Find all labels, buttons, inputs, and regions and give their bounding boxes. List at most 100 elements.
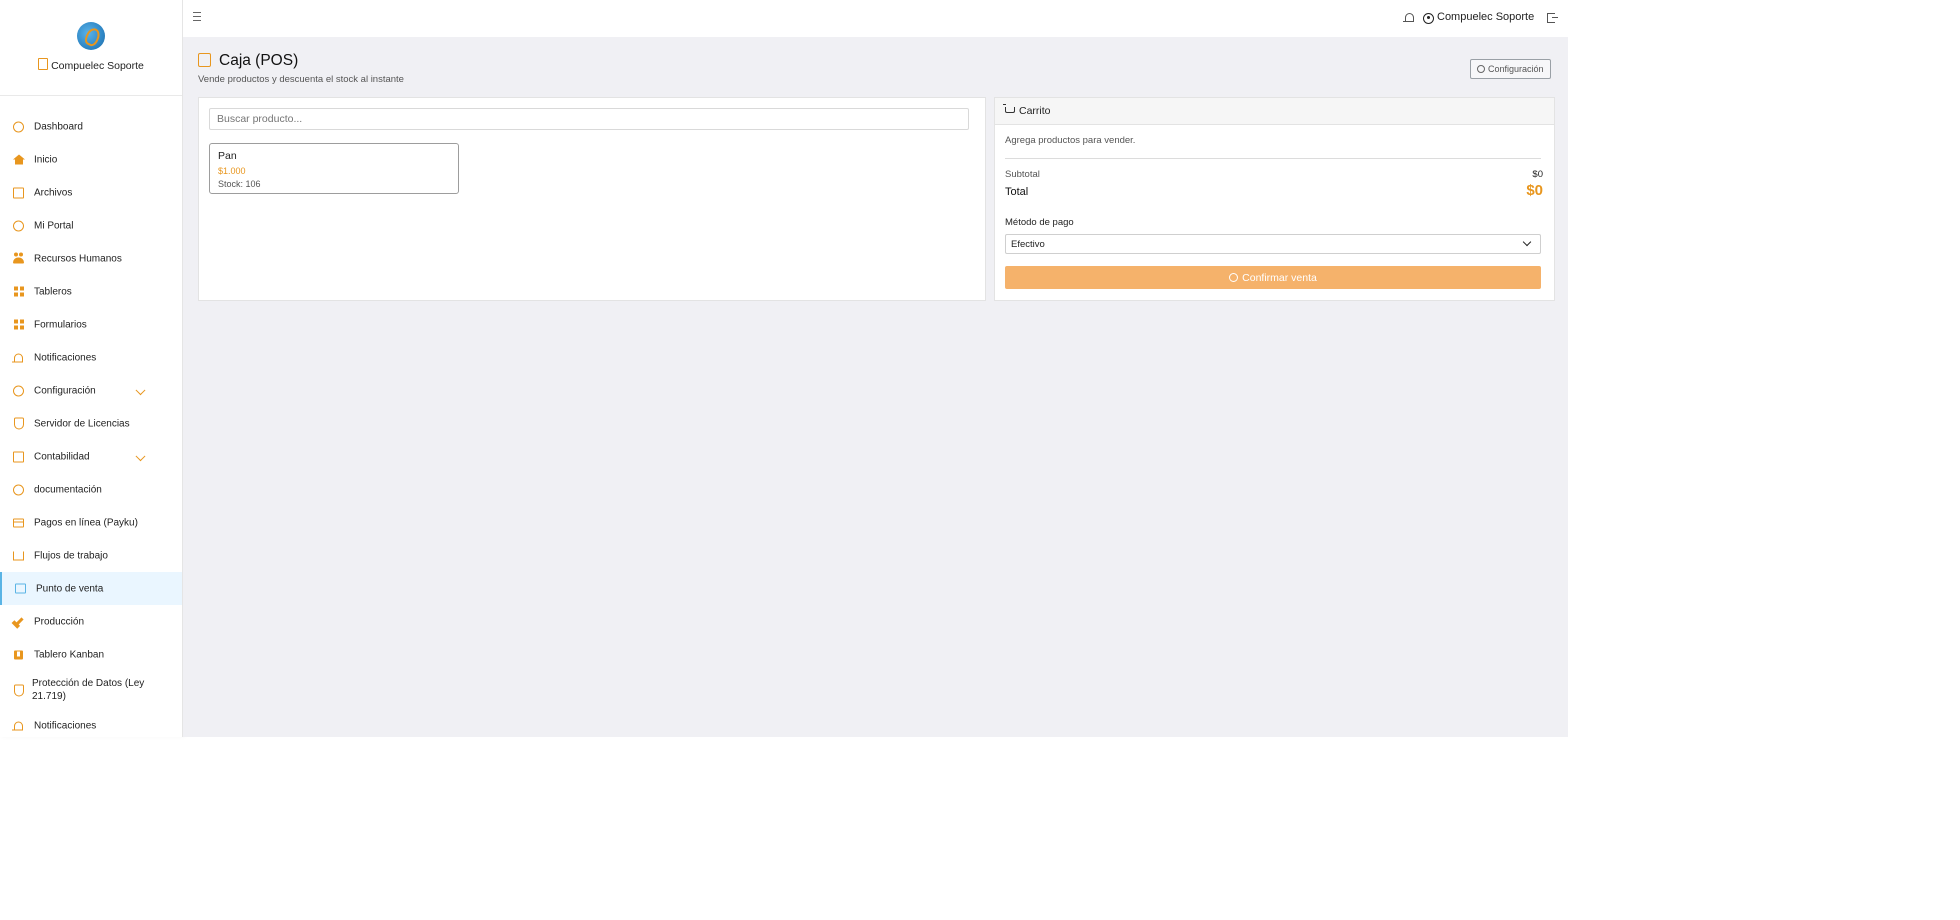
product-stock: Stock: 106 [218, 179, 261, 189]
sidebar-item-pagos-payku[interactable]: Pagos en línea (Payku) [0, 506, 182, 539]
sidebar-item-recursos-humanos[interactable]: Recursos Humanos [0, 242, 182, 275]
product-name: Pan [218, 150, 237, 162]
sidebar-item-label: Protección de Datos (Ley 21.719) [32, 678, 145, 702]
payment-method-select[interactable]: Efectivo [1005, 234, 1541, 254]
dashboard-icon [13, 121, 24, 132]
pos-icon [15, 583, 26, 594]
gear-icon [13, 385, 24, 396]
sidebar-item-configuracion[interactable]: Configuración [0, 374, 182, 407]
sidebar-item-label: Formularios [34, 319, 87, 330]
sidebar-item-formularios[interactable]: Formularios [0, 308, 182, 341]
sidebar-item-label: Flujos de trabajo [34, 550, 108, 561]
payment-method-value: Efectivo [1011, 239, 1045, 250]
cart-header: Carrito [995, 98, 1554, 125]
sidebar-item-label: Tablero Kanban [34, 649, 105, 660]
sidebar-item-label: Punto de venta [36, 583, 104, 594]
divider [1005, 158, 1541, 159]
sidebar-nav: Dashboard Inicio Archivos Mi Portal Recu… [0, 110, 182, 742]
confirm-sale-label: Confirmar venta [1242, 271, 1317, 284]
sidebar-item-label: Pagos en línea (Payku) [34, 517, 138, 528]
page-subtitle: Vende productos y descuenta el stock al … [198, 74, 404, 85]
brand-name-text: Compuelec Soporte [51, 60, 144, 72]
sidebar-item-notificaciones-2[interactable]: Notificaciones [0, 709, 182, 742]
calculator-icon [13, 451, 24, 462]
menu-toggle-icon[interactable] [193, 12, 201, 21]
products-panel: Pan $1.000 Stock: 106 [198, 97, 986, 301]
cart-panel: Carrito Agrega productos para vender. Su… [994, 97, 1555, 301]
subtotal-value: $0 [1532, 169, 1543, 180]
gear-icon [1477, 65, 1485, 73]
subtotal-label: Subtotal [1005, 169, 1040, 180]
sidebar-item-label: Inicio [34, 154, 58, 165]
page-title: Caja (POS) [219, 52, 299, 69]
sidebar-item-inicio[interactable]: Inicio [0, 143, 182, 176]
sidebar-item-tableros[interactable]: Tableros [0, 275, 182, 308]
sidebar: Compuelec Soporte Dashboard Inicio Archi… [0, 0, 183, 737]
sidebar-item-label: Dashboard [34, 121, 83, 132]
product-search-input[interactable] [209, 108, 969, 130]
sidebar-item-servidor-licencias[interactable]: Servidor de Licencias [0, 407, 182, 440]
sidebar-item-tablero-kanban[interactable]: Tablero Kanban [0, 638, 182, 671]
config-button-label: Configuración [1488, 64, 1544, 74]
sidebar-item-label: Notificaciones [34, 352, 97, 363]
sidebar-item-archivos[interactable]: Archivos [0, 176, 182, 209]
sidebar-item-documentacion[interactable]: documentación [0, 473, 182, 506]
sidebar-item-label: documentación [34, 484, 102, 495]
user-name[interactable]: Compuelec Soporte [1437, 11, 1534, 23]
hammer-icon [13, 616, 24, 627]
sidebar-item-label: Configuración [34, 385, 96, 396]
cart-icon [1003, 104, 1015, 113]
logout-icon[interactable] [1547, 13, 1558, 23]
product-card[interactable]: Pan $1.000 Stock: 106 [209, 143, 459, 194]
gear-icon [13, 484, 24, 495]
pos-icon [198, 53, 211, 67]
table-icon [13, 286, 24, 297]
sidebar-item-contabilidad[interactable]: Contabilidad [0, 440, 182, 473]
home-icon [12, 154, 25, 165]
form-icon [13, 319, 24, 330]
sidebar-item-punto-de-venta[interactable]: Punto de venta [0, 572, 182, 605]
total-label: Total [1005, 186, 1029, 198]
chevron-down-icon[interactable] [135, 450, 146, 461]
bell-icon [12, 720, 24, 731]
cart-empty-message: Agrega productos para vender. [1005, 135, 1136, 146]
cart-title: Carrito [1019, 105, 1051, 117]
kanban-icon [13, 649, 24, 660]
sidebar-item-dashboard[interactable]: Dashboard [0, 110, 182, 143]
product-price: $1.000 [218, 166, 246, 176]
sidebar-brand: Compuelec Soporte [0, 0, 182, 96]
user-circle-icon [13, 220, 24, 231]
total-value: $0 [1526, 182, 1543, 199]
sidebar-item-proteccion-datos[interactable]: Protección de Datos (Ley 21.719) [0, 671, 182, 709]
sidebar-item-notificaciones[interactable]: Notificaciones [0, 341, 182, 374]
chevron-down-icon [1522, 237, 1532, 247]
sidebar-item-label: Archivos [34, 187, 73, 198]
notifications-bell-icon[interactable] [1403, 13, 1414, 23]
brand-name: Compuelec Soporte [0, 58, 182, 72]
building-icon [38, 58, 49, 70]
sidebar-item-label: Tableros [34, 286, 72, 297]
sidebar-item-label: Mi Portal [34, 220, 74, 231]
sidebar-item-label: Servidor de Licencias [34, 418, 130, 429]
main-content: Caja (POS) Vende productos y descuenta e… [183, 37, 1568, 737]
payment-method-label: Método de pago [1005, 217, 1074, 228]
people-icon [13, 252, 24, 264]
shield-icon [13, 684, 24, 696]
config-button[interactable]: Configuración [1470, 59, 1551, 79]
topbar: Compuelec Soporte [183, 0, 1568, 37]
shield-icon [13, 417, 24, 430]
confirm-sale-button[interactable]: Confirmar venta [1005, 266, 1541, 289]
bell-icon [12, 352, 24, 363]
user-circle-icon[interactable] [1423, 13, 1434, 24]
sidebar-item-mi-portal[interactable]: Mi Portal [0, 209, 182, 242]
company-logo[interactable] [77, 22, 105, 50]
sidebar-item-flujos-trabajo[interactable]: Flujos de trabajo [0, 539, 182, 572]
workflow-icon [13, 550, 24, 561]
file-icon [13, 187, 24, 198]
sidebar-item-label: Contabilidad [34, 451, 90, 462]
sidebar-item-label: Recursos Humanos [34, 253, 122, 264]
credit-card-icon [13, 517, 24, 528]
app: Compuelec Soporte Dashboard Inicio Archi… [0, 0, 1568, 737]
sidebar-item-produccion[interactable]: Producción [0, 605, 182, 638]
chevron-down-icon[interactable] [135, 384, 146, 395]
